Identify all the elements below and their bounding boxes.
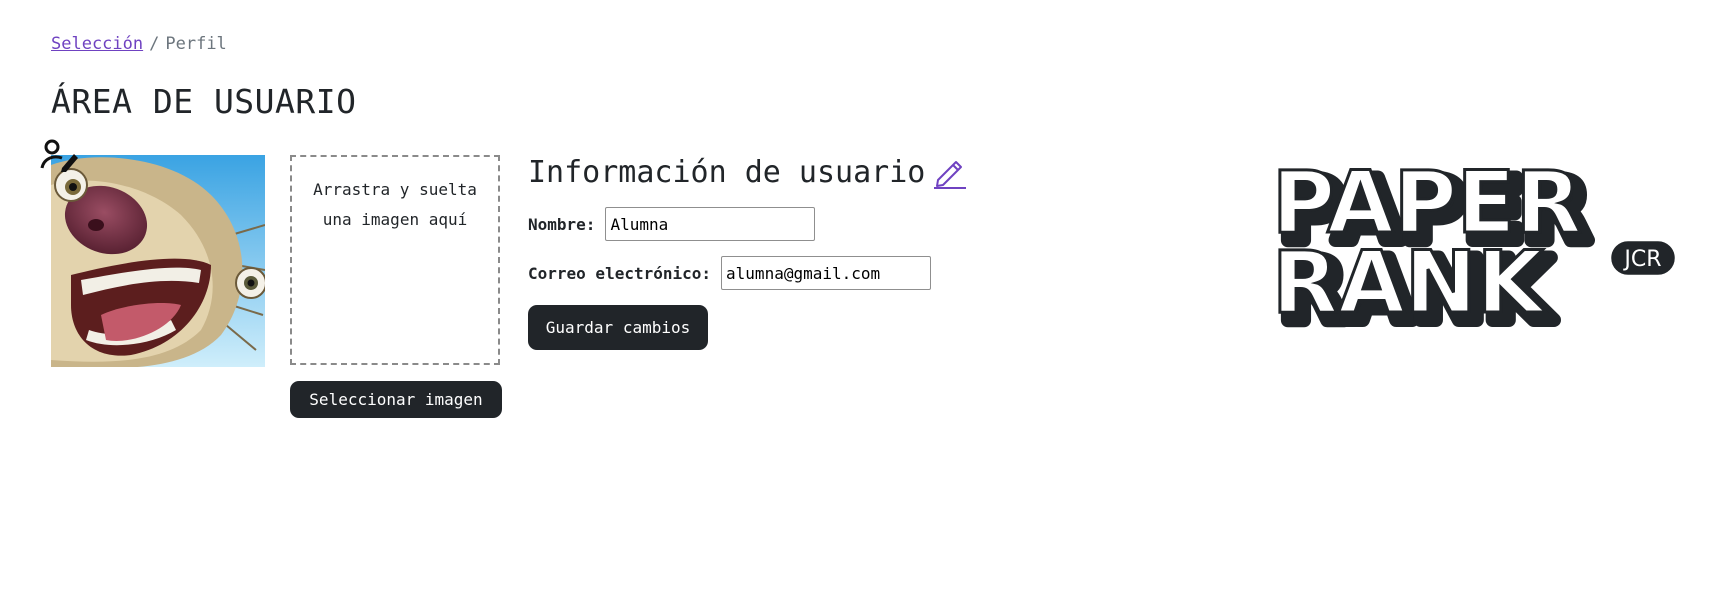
avatar	[51, 155, 265, 367]
breadcrumb-current: Perfil	[165, 34, 227, 54]
breadcrumb-separator: /	[149, 34, 160, 54]
breadcrumb-link-seleccion[interactable]: Selección	[51, 34, 143, 54]
save-changes-button[interactable]: Guardar cambios	[528, 305, 708, 350]
user-pen-icon[interactable]	[40, 138, 80, 172]
page: Selección / Perfil ÁREA DE USUARIO Arras…	[0, 0, 1727, 608]
name-field-row: Nombre:	[528, 207, 816, 241]
logo-badge-text: JCR	[1622, 247, 1661, 272]
image-dropzone[interactable]: Arrastra y suelta una imagen aquí	[290, 155, 500, 365]
breadcrumb: Selección / Perfil	[51, 34, 227, 54]
dropzone-text-line1: Arrastra y suelta	[313, 180, 477, 199]
name-input[interactable]	[605, 207, 816, 241]
logo-line2: RANK	[1272, 233, 1547, 333]
email-label: Correo electrónico:	[528, 263, 712, 283]
name-label: Nombre:	[528, 214, 596, 234]
avatar-image	[51, 155, 265, 367]
dropzone-text-line2: una imagen aquí	[322, 210, 468, 229]
pencil-icon[interactable]	[932, 154, 968, 190]
select-image-button[interactable]: Seleccionar imagen	[290, 381, 502, 418]
user-info-title: Información de usuario	[528, 155, 926, 190]
paperrank-logo: PAPER RANK PAPER RANK JCR	[1271, 160, 1678, 336]
email-input[interactable]	[721, 256, 932, 290]
page-title: ÁREA DE USUARIO	[51, 82, 357, 121]
email-field-row: Correo electrónico:	[528, 256, 932, 290]
